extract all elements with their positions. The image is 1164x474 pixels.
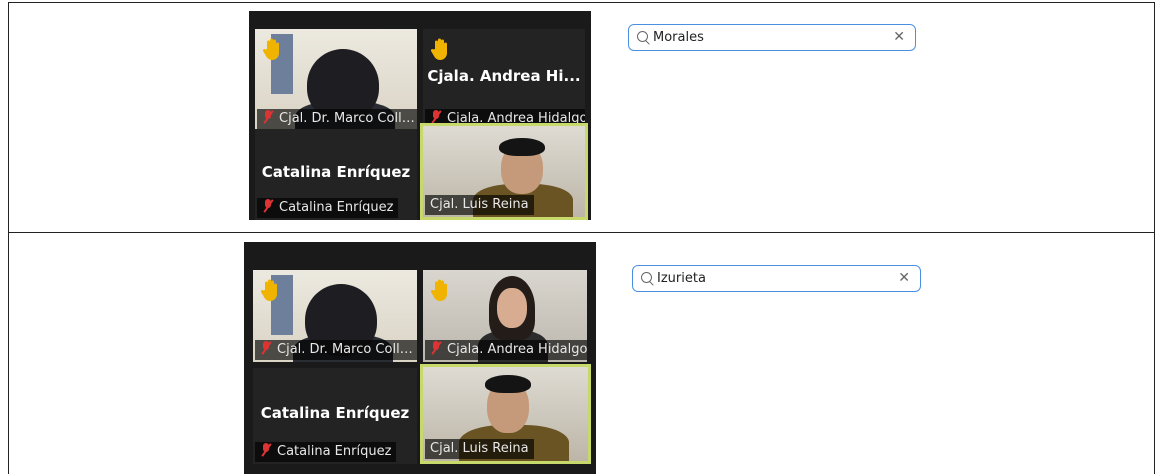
participant-tile-marco[interactable]: Cjal. Dr. Marco Colla... <box>255 29 417 131</box>
raised-hand-icon <box>263 37 283 61</box>
participant-name-label: Cjal. Dr. Marco Colla... <box>255 340 417 360</box>
close-icon[interactable]: ✕ <box>898 270 910 286</box>
participant-tile-andrea[interactable]: Cjala. Andrea Hidalgo <box>423 270 587 362</box>
search-input[interactable] <box>653 28 853 46</box>
muted-mic-icon <box>260 341 272 355</box>
raised-hand-icon <box>431 278 451 302</box>
muted-mic-icon <box>262 110 274 124</box>
search-icon <box>637 31 648 42</box>
participant-display-name: Catalina Enríquez <box>260 404 410 422</box>
participant-name-label: Cjal. Luis Reina <box>425 195 534 215</box>
participant-name-label: Cjala. Andrea Hidalgo <box>425 340 587 360</box>
muted-mic-icon <box>260 443 272 457</box>
close-icon[interactable]: ✕ <box>893 29 905 45</box>
video-grid-1: Cjal. Dr. Marco Colla... Cjala. Andrea H… <box>249 11 591 220</box>
raised-hand-icon <box>261 278 281 302</box>
video-grid-2: Cjal. Dr. Marco Colla... Cjala. Andrea H… <box>244 242 596 474</box>
search-icon <box>641 272 652 283</box>
participant-tile-marco[interactable]: Cjal. Dr. Marco Colla... <box>253 270 417 362</box>
participant-name-label: Catalina Enríquez <box>255 442 397 462</box>
participant-name-label: Cjal. Dr. Marco Colla... <box>257 109 417 129</box>
search-input[interactable] <box>657 269 857 287</box>
muted-mic-icon <box>262 199 274 213</box>
participant-name-label: Catalina Enríquez <box>257 198 399 218</box>
participant-tile-luis[interactable]: Cjal. Luis Reina <box>420 123 588 220</box>
participant-search-box[interactable]: ✕ <box>632 265 921 292</box>
participant-name-label: Cjal. Luis Reina <box>425 439 534 459</box>
muted-mic-icon <box>430 341 442 355</box>
section-divider <box>8 232 1155 233</box>
participant-display-name: Catalina Enríquez <box>261 163 411 181</box>
participant-search-box[interactable]: ✕ <box>628 24 916 51</box>
raised-hand-icon <box>431 37 451 61</box>
participant-tile-andrea[interactable]: Cjala. Andrea Hi... Cjala. Andrea Hidalg… <box>423 29 585 131</box>
muted-mic-icon <box>430 110 442 124</box>
participant-display-name: Cjala. Andrea Hi... <box>427 67 581 85</box>
participant-tile-luis[interactable]: Cjal. Luis Reina <box>420 364 591 464</box>
participant-tile-catalina[interactable]: Catalina Enríquez Catalina Enríquez <box>253 368 417 464</box>
participant-tile-catalina[interactable]: Catalina Enríquez Catalina Enríquez <box>255 129 417 220</box>
